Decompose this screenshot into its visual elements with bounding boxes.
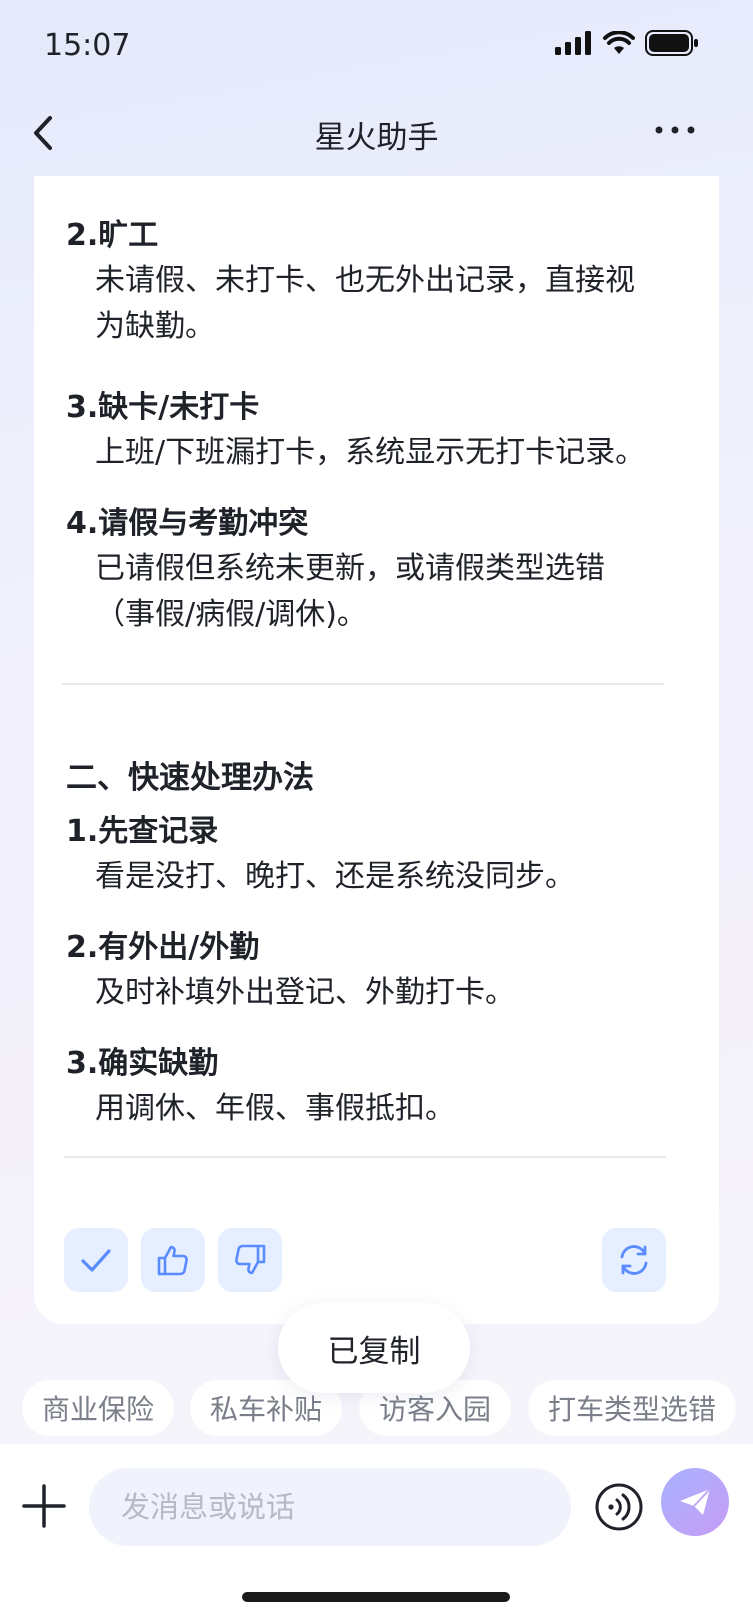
answer-card: 2.旷工 未请假、未打卡、也无外出记录，直接视 为缺勤。 3.缺卡/未打卡 上班… xyxy=(34,176,719,1324)
divider xyxy=(64,1156,666,1158)
voice-icon xyxy=(595,1483,643,1531)
item-heading: 2.有外出/外勤 xyxy=(66,930,260,965)
like-button[interactable] xyxy=(141,1228,205,1292)
suggestion-chip[interactable]: 商业保险 xyxy=(22,1380,175,1436)
page-title: 星火助手 xyxy=(314,120,439,156)
item-heading: 4.请假与考勤冲突 xyxy=(66,506,309,541)
copy-button[interactable] xyxy=(64,1228,128,1292)
item-text: （事假/病假/调休)。 xyxy=(95,597,367,632)
more-dots-icon xyxy=(655,126,695,134)
more-button[interactable] xyxy=(645,110,705,150)
item-text: 上班/下班漏打卡，系统显示无打卡记录。 xyxy=(95,435,646,470)
plus-icon xyxy=(22,1484,66,1528)
input-bar xyxy=(0,1444,753,1620)
section-title: 二、快速处理办法 xyxy=(66,760,314,796)
item-text: 用调休、年假、事假抵扣。 xyxy=(95,1091,455,1126)
add-button[interactable] xyxy=(20,1482,68,1530)
item-heading: 3.缺卡/未打卡 xyxy=(66,390,260,425)
status-icons xyxy=(555,30,699,56)
dislike-button[interactable] xyxy=(218,1228,282,1292)
check-icon xyxy=(81,1249,111,1272)
signal-icon xyxy=(555,31,591,55)
item-text: 未请假、未打卡、也无外出记录，直接视 xyxy=(95,263,635,298)
item-heading: 2.旷工 xyxy=(66,218,159,253)
status-time: 15:07 xyxy=(44,28,131,63)
item-text: 已请假但系统未更新，或请假类型选错 xyxy=(95,551,605,586)
message-input[interactable] xyxy=(89,1468,571,1546)
item-text: 为缺勤。 xyxy=(95,309,215,344)
home-indicator xyxy=(242,1592,510,1602)
send-icon xyxy=(680,1488,711,1515)
send-button[interactable] xyxy=(661,1468,729,1536)
divider xyxy=(62,683,664,685)
suggestion-chip[interactable]: 打车类型选错 xyxy=(528,1380,737,1436)
battery-icon xyxy=(645,30,698,56)
refresh-icon xyxy=(620,1245,648,1275)
voice-button[interactable] xyxy=(594,1482,644,1532)
status-bar: 15:07 xyxy=(0,0,753,92)
regenerate-button[interactable] xyxy=(602,1228,666,1292)
thumbs-down-icon xyxy=(235,1244,266,1275)
thumbs-up-icon xyxy=(157,1245,188,1276)
item-heading: 1.先查记录 xyxy=(66,814,219,849)
copied-toast: 已复制 xyxy=(278,1303,470,1393)
item-text: 看是没打、晚打、还是系统没同步。 xyxy=(95,859,575,894)
nav-bar: 星火助手 xyxy=(0,92,753,176)
item-text: 及时补填外出登记、外勤打卡。 xyxy=(95,975,515,1010)
wifi-icon xyxy=(603,31,635,54)
item-heading: 3.确实缺勤 xyxy=(66,1046,219,1081)
